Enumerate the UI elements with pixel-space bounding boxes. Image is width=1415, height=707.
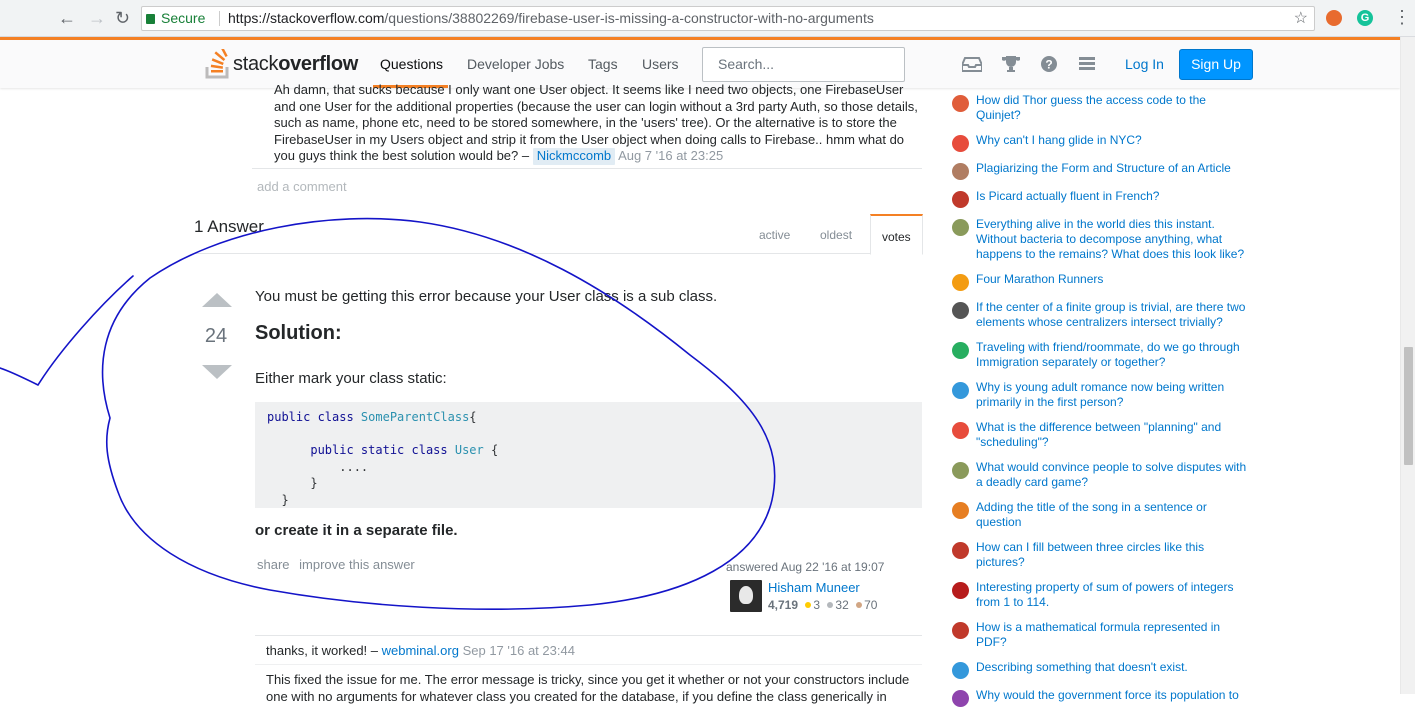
comment-user-link[interactable]: Nickmccomb [532, 148, 616, 165]
scrollbar-thumb[interactable] [1404, 347, 1413, 465]
browser-toolbar: ← → ↻ Secure https://stackoverflow.com/q… [0, 0, 1415, 37]
site-logo-text[interactable]: stackoverflow [233, 53, 358, 76]
site-favicon-icon [952, 542, 969, 559]
answer-alternative: or create it in a separate file. [255, 522, 458, 539]
upvote-arrow-icon[interactable] [202, 293, 232, 307]
hot-question-link[interactable]: Adding the title of the song in a senten… [976, 500, 1250, 530]
downvote-arrow-icon[interactable] [202, 365, 232, 379]
comment-date[interactable]: Sep 17 '16 at 23:44 [463, 643, 575, 658]
sign-up-button[interactable]: Sign Up [1179, 49, 1253, 80]
omnibox-separator [219, 11, 220, 26]
hot-question-link[interactable]: What is the difference between "planning… [976, 420, 1250, 450]
site-favicon-icon [952, 662, 969, 679]
site-favicon-icon [952, 622, 969, 639]
answered-date[interactable]: answered Aug 22 '16 at 19:07 [726, 560, 884, 574]
user-reputation: 4,719 3 32 70 [768, 598, 878, 612]
vote-count: 24 [204, 325, 228, 347]
add-comment-link[interactable]: add a comment [257, 179, 347, 194]
log-in-link[interactable]: Log In [1125, 56, 1164, 72]
hot-question-link[interactable]: Why would the government force its popul… [976, 688, 1250, 703]
nav-tags[interactable]: Tags [588, 56, 618, 72]
site-favicon-icon [952, 163, 969, 180]
hot-question-link[interactable]: How is a mathematical formula represente… [976, 620, 1250, 650]
bookmark-star-icon[interactable]: ☆ [1294, 7, 1308, 30]
hot-question-link[interactable]: How can I fill between three circles lik… [976, 540, 1250, 570]
nav-users[interactable]: Users [642, 56, 679, 72]
hot-question-link[interactable]: Everything alive in the world dies this … [976, 217, 1250, 262]
svg-text:?: ? [1045, 58, 1052, 72]
site-favicon-icon [952, 582, 969, 599]
hot-question-link[interactable]: If the center of a finite group is trivi… [976, 300, 1250, 330]
answer-sort-tabs: 1 Answer active oldest votes [194, 214, 923, 255]
site-favicon-icon [952, 422, 969, 439]
site-favicon-icon [952, 95, 969, 112]
grammarly-extension-icon[interactable]: G [1357, 10, 1373, 26]
inbox-icon[interactable] [961, 56, 983, 72]
lock-icon [146, 14, 155, 24]
comment-user-link[interactable]: webminal.org [382, 643, 459, 658]
achievements-trophy-icon[interactable] [1001, 56, 1021, 72]
comment-divider [252, 168, 922, 169]
nav-questions[interactable]: Questions [380, 56, 443, 72]
site-favicon-icon [952, 191, 969, 208]
browser-menu-icon[interactable]: ⋮ [1393, 8, 1411, 26]
answer-instruction: Either mark your class static: [255, 370, 447, 387]
hot-question-link[interactable]: Four Marathon Runners [976, 272, 1250, 287]
avatar[interactable] [730, 580, 762, 612]
site-switcher-icon[interactable] [1077, 56, 1097, 72]
comment-date[interactable]: Aug 7 '16 at 23:25 [618, 148, 723, 163]
site-favicon-icon [952, 690, 969, 707]
tab-active[interactable]: active [759, 228, 790, 242]
help-icon[interactable]: ? [1039, 56, 1059, 72]
reload-icon[interactable]: ↻ [115, 9, 130, 27]
site-favicon-icon [952, 219, 969, 236]
hot-question-link[interactable]: Describing something that doesn't exist. [976, 660, 1250, 675]
hot-question-link[interactable]: Interesting property of sum of powers of… [976, 580, 1250, 610]
bronze-badge-icon [856, 602, 863, 608]
hot-question-link[interactable]: What would convince people to solve disp… [976, 460, 1250, 490]
comment-text: Ah damn, that sucks because I only want … [274, 82, 918, 165]
forward-arrow-icon[interactable]: → [88, 9, 106, 27]
site-favicon-icon [952, 274, 969, 291]
improve-answer-link[interactable]: improve this answer [299, 557, 415, 572]
back-arrow-icon[interactable]: ← [58, 9, 76, 27]
answer-comment: This fixed the issue for me. The error m… [266, 672, 910, 704]
site-favicon-icon [952, 382, 969, 399]
post-menu: share improve this answer [257, 557, 421, 572]
share-link[interactable]: share [257, 557, 290, 572]
answer-user-name[interactable]: Hisham Muneer [768, 580, 860, 595]
answer-intro: You must be getting this error because y… [255, 288, 718, 305]
gold-badge-icon [805, 602, 812, 608]
address-bar[interactable]: Secure https://stackoverflow.com/questio… [141, 6, 1315, 31]
question-main-content: Ah damn, that sucks because I only want … [194, 82, 924, 704]
hot-question-link[interactable]: How did Thor guess the access code to th… [976, 93, 1250, 123]
extension-icon[interactable] [1326, 10, 1342, 26]
site-header: stackoverflow Questions Developer Jobs T… [0, 37, 1400, 88]
hot-question-link[interactable]: Why can't I hang glide in NYC? [976, 133, 1250, 148]
code-block: public class SomeParentClass{ public sta… [255, 402, 922, 508]
site-favicon-icon [952, 342, 969, 359]
hot-question-link[interactable]: Why is young adult romance now being wri… [976, 380, 1250, 410]
site-favicon-icon [952, 302, 969, 319]
hot-question-link[interactable]: Plagiarizing the Form and Structure of a… [976, 161, 1250, 176]
tab-oldest[interactable]: oldest [820, 228, 852, 242]
stackoverflow-logo-icon[interactable] [205, 49, 233, 79]
search-input[interactable]: Search... [702, 47, 905, 82]
solution-heading: Solution: [255, 322, 342, 344]
secure-indicator[interactable]: Secure [146, 7, 205, 30]
answer-comments-divider [255, 635, 922, 636]
answer-comment: thanks, it worked! – webminal.org Sep 17… [266, 643, 575, 658]
tab-votes[interactable]: votes [870, 214, 923, 255]
page-scrollbar[interactable] [1400, 37, 1415, 694]
hot-question-link[interactable]: Is Picard actually fluent in French? [976, 189, 1250, 204]
answers-count-heading: 1 Answer [194, 217, 264, 236]
url-text[interactable]: https://stackoverflow.com/questions/3880… [228, 7, 874, 30]
nav-developer-jobs[interactable]: Developer Jobs [467, 56, 564, 72]
comment-divider [255, 664, 922, 665]
hot-question-link[interactable]: Traveling with friend/roommate, do we go… [976, 340, 1250, 370]
site-favicon-icon [952, 135, 969, 152]
site-favicon-icon [952, 462, 969, 479]
site-favicon-icon [952, 502, 969, 519]
silver-badge-icon [827, 602, 834, 608]
